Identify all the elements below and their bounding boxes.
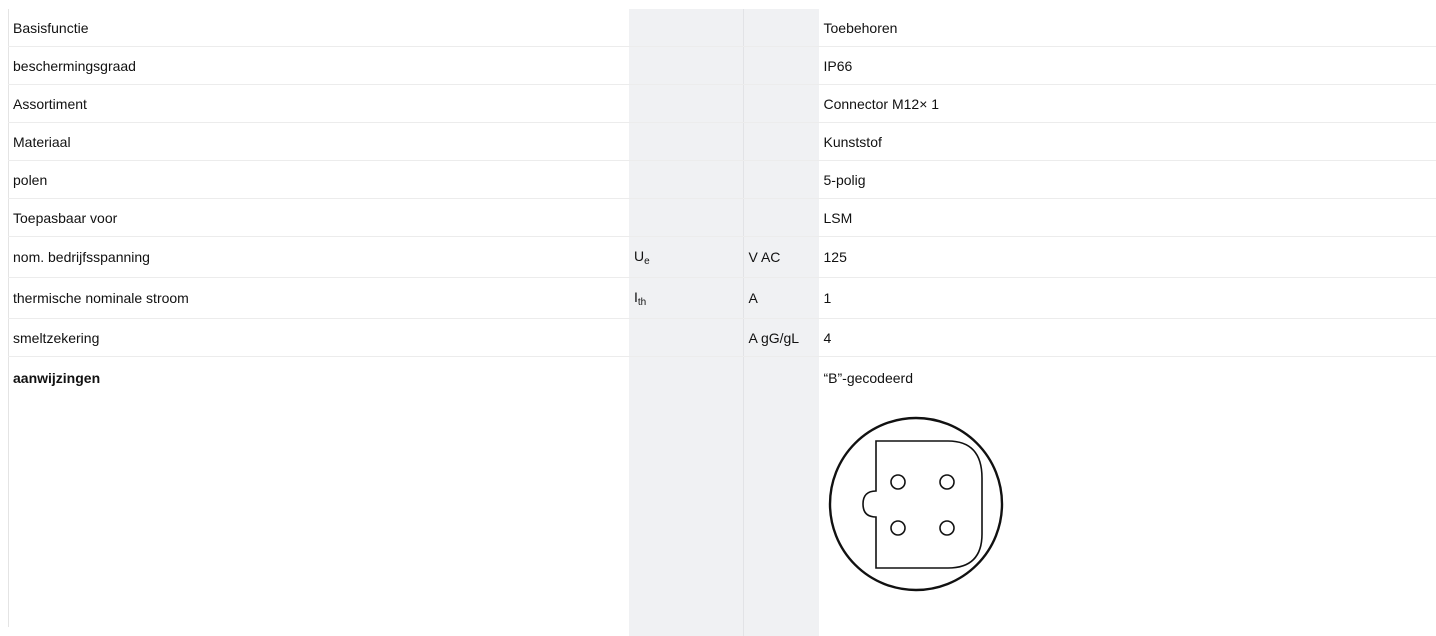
connector-outer-ring xyxy=(830,418,1002,590)
row-unit: V AC xyxy=(743,237,818,278)
row-label: Assortiment xyxy=(8,85,629,123)
row-label: beschermingsgraad xyxy=(8,47,629,85)
row-unit: A xyxy=(743,278,818,319)
row-value: Kunststof xyxy=(818,123,1436,161)
table-row: Assortiment Connector M12× 1 xyxy=(8,85,1436,123)
table-row: Basisfunctie Toebehoren xyxy=(8,9,1436,47)
pin-hole-icon xyxy=(940,475,954,489)
row-unit xyxy=(743,123,818,161)
pin-hole-icon xyxy=(891,521,905,535)
row-symbol xyxy=(629,9,743,47)
row-symbol xyxy=(629,199,743,237)
row-symbol: Ith xyxy=(629,278,743,319)
row-symbol xyxy=(629,123,743,161)
row-unit xyxy=(743,199,818,237)
row-symbol xyxy=(629,85,743,123)
row-value: Toebehoren xyxy=(818,9,1436,47)
row-value: IP66 xyxy=(818,47,1436,85)
table-row: Toepasbaar voor LSM xyxy=(8,199,1436,237)
notes-value-cell: “B”-gecodeerd xyxy=(818,357,1436,636)
spec-table: Basisfunctie Toebehoren beschermingsgraa… xyxy=(8,9,1436,636)
pin-hole-icon xyxy=(891,475,905,489)
table-row: thermische nominale stroom Ith A 1 xyxy=(8,278,1436,319)
row-value: LSM xyxy=(818,199,1436,237)
heading-strip: ​ xyxy=(0,0,1436,9)
row-symbol: Ue xyxy=(629,237,743,278)
table-row: smeltzekering A gG/gL 4 xyxy=(8,319,1436,357)
pin-hole-icon xyxy=(940,521,954,535)
row-value: 125 xyxy=(818,237,1436,278)
row-unit xyxy=(743,161,818,199)
spec-rows: Basisfunctie Toebehoren beschermingsgraa… xyxy=(8,9,1436,636)
table-row: polen 5-polig xyxy=(8,161,1436,199)
row-value: 1 xyxy=(818,278,1436,319)
notes-symbol xyxy=(629,357,743,636)
row-label: smeltzekering xyxy=(8,319,629,357)
row-value: 4 xyxy=(818,319,1436,357)
connector-insert-outline xyxy=(863,441,982,568)
row-label: Basisfunctie xyxy=(8,9,629,47)
row-label: nom. bedrijfsspanning xyxy=(8,237,629,278)
row-symbol xyxy=(629,161,743,199)
row-unit: A gG/gL xyxy=(743,319,818,357)
table-row: Materiaal Kunststof xyxy=(8,123,1436,161)
row-unit xyxy=(743,47,818,85)
row-symbol xyxy=(629,319,743,357)
table-row: beschermingsgraad IP66 xyxy=(8,47,1436,85)
row-label: Materiaal xyxy=(8,123,629,161)
notes-value: “B”-gecodeerd xyxy=(824,370,1431,386)
row-value: Connector M12× 1 xyxy=(818,85,1436,123)
row-symbol xyxy=(629,47,743,85)
row-label: polen xyxy=(8,161,629,199)
notes-label: aanwijzingen xyxy=(8,357,629,636)
notes-unit xyxy=(743,357,818,636)
row-unit xyxy=(743,9,818,47)
row-value: 5-polig xyxy=(818,161,1436,199)
connector-pin-diagram xyxy=(828,408,1028,604)
row-unit xyxy=(743,85,818,123)
notes-row: aanwijzingen “B”-gecodeerd xyxy=(8,357,1436,636)
table-row: nom. bedrijfsspanning Ue V AC 125 xyxy=(8,237,1436,278)
row-label: Toepasbaar voor xyxy=(8,199,629,237)
row-label: thermische nominale stroom xyxy=(8,278,629,319)
